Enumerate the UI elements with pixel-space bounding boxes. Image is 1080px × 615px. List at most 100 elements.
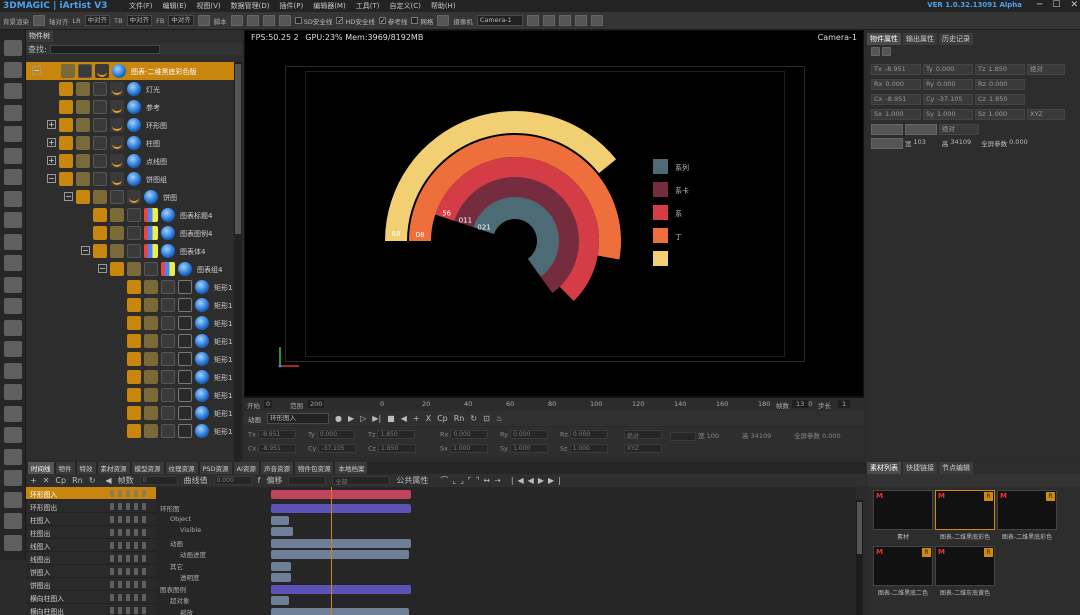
globe-icon[interactable] bbox=[278, 15, 291, 26]
grid-checkbox[interactable] bbox=[411, 17, 419, 24]
tz-input[interactable]: 1.850 bbox=[377, 430, 416, 439]
material-ball-icon[interactable] bbox=[195, 424, 209, 438]
property-field[interactable]: Tx -8.951 bbox=[871, 64, 921, 75]
property-field[interactable]: Cx -8.951 bbox=[871, 94, 921, 105]
properties-icon[interactable] bbox=[871, 47, 880, 56]
menu-item[interactable]: 工具(T) bbox=[351, 1, 385, 11]
camera-icon[interactable] bbox=[246, 15, 259, 26]
snap-icon[interactable]: ♨ bbox=[496, 414, 503, 423]
material-ball-icon[interactable] bbox=[127, 118, 141, 132]
expand-toggle-icon[interactable]: + bbox=[47, 156, 56, 165]
tool-icon[interactable] bbox=[4, 470, 22, 486]
type-icon[interactable] bbox=[110, 172, 124, 186]
lock-icon[interactable] bbox=[144, 280, 158, 294]
camera-settings-icon[interactable] bbox=[526, 15, 539, 26]
expand-toggle-icon[interactable]: − bbox=[32, 66, 41, 75]
library-item[interactable]: MR bbox=[997, 490, 1057, 530]
bottom-tab[interactable]: 时间线 bbox=[28, 462, 54, 474]
hd-safe-toggle[interactable]: ✓ HD安全线 bbox=[336, 16, 375, 26]
tool-icon[interactable] bbox=[4, 298, 22, 314]
timeline-scroll-thumb[interactable] bbox=[857, 502, 862, 554]
axis-icon[interactable] bbox=[144, 262, 158, 276]
add-key-icon[interactable]: + bbox=[413, 414, 420, 423]
property-field[interactable]: Tz 1.850 bbox=[975, 64, 1025, 75]
lock-icon[interactable] bbox=[110, 208, 124, 222]
type-icon[interactable] bbox=[144, 244, 158, 258]
menu-item[interactable]: 视图(V) bbox=[191, 1, 225, 11]
menu-item[interactable]: 编辑(E) bbox=[158, 1, 192, 11]
tool-icon[interactable] bbox=[4, 255, 22, 271]
type-icon[interactable] bbox=[178, 298, 192, 312]
bottom-tab[interactable]: 本地档案 bbox=[335, 462, 368, 474]
ty-input[interactable]: 0.000 bbox=[316, 430, 355, 439]
material-ball-icon[interactable] bbox=[195, 316, 209, 330]
tool-icon[interactable] bbox=[4, 341, 22, 357]
keyframe-bar[interactable] bbox=[271, 527, 293, 536]
axis-icon[interactable] bbox=[161, 370, 175, 384]
menu-item[interactable]: 插件(P) bbox=[275, 1, 309, 11]
material-ball-icon[interactable] bbox=[112, 64, 126, 78]
render-icon[interactable] bbox=[33, 15, 45, 26]
sy-input[interactable]: 1.000 bbox=[510, 444, 549, 453]
sphere-icon[interactable] bbox=[262, 15, 275, 26]
cy-input[interactable]: -37.105 bbox=[318, 444, 357, 453]
type-icon[interactable] bbox=[110, 100, 124, 114]
tool-icon[interactable] bbox=[4, 212, 22, 228]
animation-item[interactable]: 饼图出 bbox=[26, 578, 156, 591]
coord-mode-select[interactable]: 绝对 bbox=[624, 430, 662, 440]
library-item[interactable]: M bbox=[873, 490, 933, 530]
keyframe-bar[interactable] bbox=[271, 584, 411, 594]
record-icon[interactable]: ● bbox=[335, 414, 342, 423]
tree-row[interactable]: − 图表体4 bbox=[26, 242, 234, 260]
ref-line-toggle[interactable]: ✓ 参考线 bbox=[378, 16, 407, 26]
animation-item[interactable]: 横向柱图入 bbox=[26, 591, 156, 604]
keyframe-bar[interactable] bbox=[271, 538, 411, 548]
type-icon[interactable] bbox=[178, 406, 192, 420]
property-field[interactable]: Ry 0.000 bbox=[923, 79, 973, 90]
expand-toggle-icon[interactable]: − bbox=[47, 174, 56, 183]
animation-controls[interactable] bbox=[110, 581, 148, 588]
step-input[interactable]: 1 bbox=[838, 400, 851, 408]
lock-icon[interactable] bbox=[144, 334, 158, 348]
curve-input[interactable]: 0.000 bbox=[213, 476, 252, 485]
tl-frame-input[interactable]: 0 bbox=[139, 476, 178, 485]
tool-icon[interactable] bbox=[4, 190, 22, 207]
type-icon[interactable] bbox=[178, 316, 192, 330]
material-ball-icon[interactable] bbox=[195, 298, 209, 312]
bottom-tab[interactable]: 特效 bbox=[76, 462, 96, 474]
visibility-eye-icon[interactable] bbox=[76, 190, 90, 204]
animation-item[interactable]: 饼图入 bbox=[26, 565, 156, 578]
tree-row[interactable]: 矩形1 bbox=[26, 350, 234, 368]
keyframe-bar[interactable] bbox=[271, 504, 411, 513]
menu-item[interactable]: 编辑器(M) bbox=[308, 1, 351, 11]
coord-mode-value[interactable]: 绝对 bbox=[939, 124, 979, 135]
library-item[interactable]: MR bbox=[873, 546, 933, 586]
tool-icon[interactable] bbox=[4, 104, 22, 121]
animation-controls[interactable] bbox=[110, 490, 148, 497]
type-icon[interactable] bbox=[178, 280, 192, 294]
library-search-bar[interactable] bbox=[867, 474, 1080, 487]
visibility-eye-icon[interactable] bbox=[127, 298, 141, 312]
lr-align-select[interactable]: 中对齐 bbox=[84, 15, 111, 26]
menu-item[interactable]: 文件(F) bbox=[124, 1, 158, 11]
cx-input[interactable]: -8.951 bbox=[258, 444, 297, 453]
visibility-eye-icon[interactable] bbox=[127, 352, 141, 366]
animation-controls[interactable] bbox=[110, 555, 148, 562]
sd-safe-checkbox[interactable] bbox=[294, 17, 302, 24]
playhead[interactable] bbox=[331, 487, 332, 615]
expand-toggle-icon[interactable]: − bbox=[64, 192, 73, 201]
tx-input[interactable]: -8.951 bbox=[257, 430, 296, 439]
copy-anim-button[interactable]: Cp bbox=[55, 476, 66, 485]
lock-icon[interactable] bbox=[127, 262, 141, 276]
hd-safe-checkbox[interactable]: ✓ bbox=[336, 17, 344, 25]
axis-icon[interactable] bbox=[93, 154, 107, 168]
timeline-ruler[interactable]: 开始 0 范围 200 020406080100120140160180200 … bbox=[244, 397, 864, 411]
animation-item[interactable]: 环形图入 bbox=[26, 487, 156, 500]
bottom-tab[interactable]: AI资源 bbox=[233, 462, 259, 474]
rotation-order-select[interactable]: XYZ bbox=[1027, 109, 1065, 120]
visibility-eye-icon[interactable] bbox=[127, 388, 141, 402]
tool-icon[interactable] bbox=[4, 513, 22, 529]
frame-icon[interactable]: ⊡ bbox=[483, 414, 490, 423]
play-icon[interactable]: ▷ bbox=[360, 414, 366, 423]
bottom-tab[interactable]: 素材资源 bbox=[97, 462, 130, 474]
